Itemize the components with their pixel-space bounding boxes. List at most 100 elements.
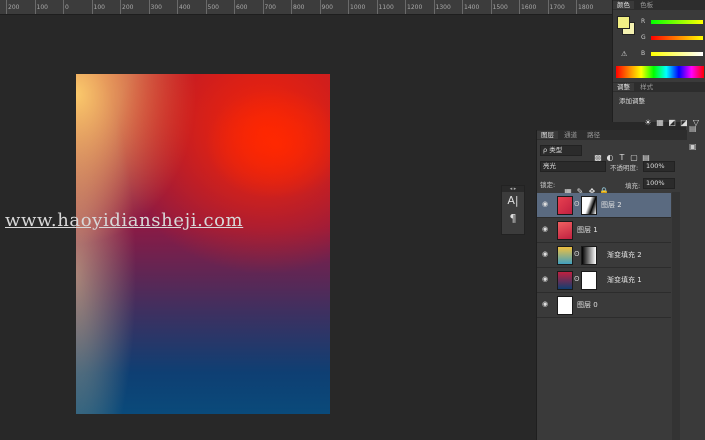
ruler-tick-line	[63, 0, 64, 14]
tab-swatches[interactable]: 色板	[636, 1, 657, 9]
add-adjustment-label: 添加调整	[619, 97, 645, 105]
layer-name[interactable]: 图层 0	[577, 300, 598, 310]
ruler-tick-line	[291, 0, 292, 14]
lock-label: 锁定:	[540, 181, 556, 189]
opacity-input[interactable]: 100%	[643, 161, 675, 172]
layer-row-layer-2[interactable]: ◉ ʘ 图层 2	[537, 193, 671, 218]
ruler-tick-label: 1700	[549, 4, 565, 11]
gamut-warning-icon[interactable]: ⚠	[621, 50, 627, 58]
mini-tool-panel: ◂ ▸ A| ¶	[501, 185, 525, 235]
foreground-color-swatch[interactable]	[617, 16, 630, 29]
ruler-tick-line	[205, 0, 207, 14]
visibility-eye-icon[interactable]: ◉	[542, 226, 550, 233]
ruler-tick-line	[490, 0, 492, 14]
character-panel-button[interactable]: A|	[502, 192, 524, 210]
ruler-tick-line	[148, 0, 150, 14]
ruler-tick-line	[547, 0, 549, 14]
ruler-tick-line	[576, 0, 577, 14]
layer-filter-dropdown[interactable]: ρ 类型	[540, 145, 582, 156]
layer-name[interactable]: 渐变填充 1	[607, 275, 642, 285]
vibrance-icon[interactable]: ▽	[691, 118, 701, 127]
layer-mask-thumbnail[interactable]	[581, 246, 597, 265]
tab-adjustments[interactable]: 调整	[613, 83, 634, 91]
adjustment-filter-icon[interactable]: ◐	[605, 153, 615, 162]
visibility-eye-icon[interactable]: ◉	[542, 276, 550, 283]
ruler-tick-line	[405, 0, 406, 14]
ruler-tick-label: 400	[179, 4, 191, 11]
ruler-tick-line	[319, 0, 321, 14]
exposure-icon[interactable]: ◪	[679, 118, 689, 127]
visibility-eye-icon[interactable]: ◉	[542, 201, 550, 208]
adjustments-panel: 调整 样式 添加调整 ☀ ▦ ◩ ◪ ▽	[612, 82, 705, 127]
ruler-tick-line	[462, 0, 463, 14]
ruler-tick-label: 1000	[350, 4, 366, 11]
ruler-tick-line	[262, 0, 264, 14]
type-filter-icon[interactable]: T	[617, 153, 627, 162]
b-gradient	[651, 52, 703, 56]
ruler-tick-label: 500	[207, 4, 219, 11]
paragraph-panel-button[interactable]: ¶	[502, 210, 524, 228]
opacity-label: 不透明度:	[610, 164, 639, 172]
fill-input[interactable]: 100%	[643, 178, 675, 189]
layer-thumbnail	[557, 271, 573, 290]
layer-row-layer-0[interactable]: ◉ 图层 0	[537, 293, 671, 318]
ruler-tick-line	[6, 0, 7, 14]
ruler-tick-label: 900	[321, 4, 333, 11]
link-icon[interactable]: ʘ	[574, 200, 580, 208]
ruler-tick-label: 1300	[435, 4, 451, 11]
horizontal-ruler: 200 100 0 100 200 300 400 500 600 700 800 900 1000 11…	[0, 0, 612, 15]
ruler-tick-line	[91, 0, 93, 14]
g-gradient	[651, 36, 703, 40]
ruler-tick-label: 1100	[378, 4, 394, 11]
link-icon[interactable]: ʘ	[574, 275, 580, 283]
ruler-tick-line	[433, 0, 435, 14]
layer-name[interactable]: 图层 2	[601, 200, 622, 210]
layer-row-gradient-fill-2[interactable]: ◉ ʘ 渐变填充 2	[537, 243, 671, 268]
ruler-tick-label: 200	[122, 4, 134, 11]
layer-name[interactable]: 图层 1	[577, 225, 598, 235]
ruler-tick-line	[348, 0, 349, 14]
ruler-tick-label: 1200	[407, 4, 423, 11]
visibility-eye-icon[interactable]: ◉	[542, 301, 550, 308]
ruler-tick-line	[177, 0, 178, 14]
layer-mask-thumbnail[interactable]	[581, 196, 597, 215]
slider-g[interactable]: G	[641, 34, 705, 42]
slider-b[interactable]: B	[641, 50, 705, 58]
layer-thumbnail	[557, 246, 573, 265]
tab-channels[interactable]: 通道	[560, 131, 581, 139]
ruler-tick-label: 100	[93, 4, 105, 11]
ruler-tick-label: 300	[150, 4, 162, 11]
levels-icon[interactable]: ▦	[655, 118, 665, 127]
history-icon[interactable]: ▣	[689, 142, 697, 151]
panel-dock-strip: ▤ ▣	[686, 120, 705, 440]
ruler-tick-label: 200	[8, 4, 20, 11]
layer-row-gradient-fill-1[interactable]: ◉ ʘ 渐变填充 1	[537, 268, 671, 293]
shape-filter-icon[interactable]: ▢	[629, 153, 639, 162]
layer-row-layer-1[interactable]: ◉ 图层 1	[537, 218, 671, 243]
ruler-tick-label: 600	[236, 4, 248, 11]
document-canvas[interactable]	[76, 74, 330, 414]
layer-name[interactable]: 渐变填充 2	[607, 250, 642, 260]
watermark-text: www.haoyidiansheji.com	[5, 210, 244, 231]
color-spectrum-bar[interactable]	[616, 66, 704, 78]
curves-icon[interactable]: ◩	[667, 118, 677, 127]
ruler-tick-label: 1800	[578, 4, 594, 11]
ruler-tick-label: 1500	[492, 4, 508, 11]
slider-r[interactable]: R	[641, 18, 705, 26]
r-gradient	[651, 20, 703, 24]
layers-scrollbar[interactable]	[672, 192, 680, 440]
tab-layers[interactable]: 图层	[537, 131, 558, 139]
blend-mode-dropdown[interactable]: 亮光	[540, 161, 606, 172]
ruler-tick-line	[234, 0, 235, 14]
tab-styles[interactable]: 样式	[636, 83, 657, 91]
ruler-tick-line	[519, 0, 520, 14]
ruler-tick-label: 1600	[521, 4, 537, 11]
tab-paths[interactable]: 路径	[583, 131, 604, 139]
layer-thumbnail	[557, 296, 573, 315]
layer-mask-thumbnail[interactable]	[581, 271, 597, 290]
link-icon[interactable]: ʘ	[574, 250, 580, 258]
brightness-icon[interactable]: ☀	[643, 118, 653, 127]
tab-color[interactable]: 颜色	[613, 1, 634, 9]
visibility-eye-icon[interactable]: ◉	[542, 251, 550, 258]
ruler-tick-label: 100	[36, 4, 48, 11]
